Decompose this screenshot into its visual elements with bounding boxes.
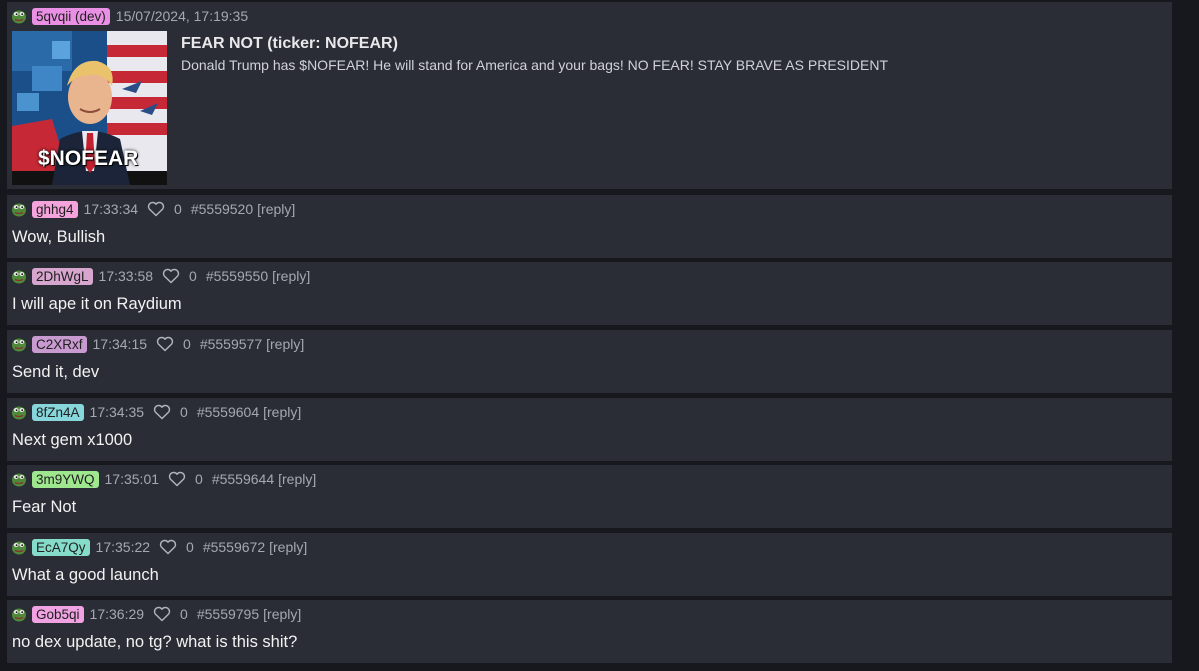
reply-time: 17:33:58 <box>98 268 154 284</box>
username-badge[interactable]: EcA7Qy <box>32 538 90 556</box>
reply-id: #5559520 <box>190 201 254 217</box>
post-meta: 5qvqii (dev) 15/07/2024, 17:19:35 <box>11 7 257 25</box>
reply-post: C2XRxf 17:34:15 0 #5559577 [reply] Send … <box>7 330 1172 393</box>
reply-meta: 3m9YWQ 17:35:01 0 #5559644 [reply] <box>11 470 316 488</box>
reply-text: I will ape it on Raydium <box>12 295 182 313</box>
reply-post: 3m9YWQ 17:35:01 0 #5559644 [reply] Fear … <box>7 465 1172 528</box>
like-count: 0 <box>183 336 191 352</box>
like-count: 0 <box>195 471 203 487</box>
comment-feed: 5qvqii (dev) 15/07/2024, 17:19:35 $NOFEA… <box>0 0 1199 671</box>
reply-id: #5559550 <box>205 268 269 284</box>
reply-link[interactable]: [reply] <box>263 606 301 622</box>
pepe-avatar-icon <box>12 473 26 487</box>
heart-icon[interactable] <box>162 268 180 284</box>
like-count: 0 <box>186 539 194 555</box>
pepe-avatar-icon <box>12 541 26 555</box>
reply-post: Gob5qi 17:36:29 0 #5559795 [reply] no de… <box>7 600 1172 663</box>
reply-text: Wow, Bullish <box>12 228 106 246</box>
pepe-avatar-icon <box>12 608 26 622</box>
reply-post: ghhg4 17:33:34 0 #5559520 [reply] Wow, B… <box>7 195 1172 258</box>
dev-username-badge[interactable]: 5qvqii (dev) <box>32 7 110 25</box>
reply-meta: C2XRxf 17:34:15 0 #5559577 [reply] <box>11 335 304 353</box>
reply-link[interactable]: [reply] <box>272 268 310 284</box>
reply-id: #5559672 <box>202 539 266 555</box>
pepe-avatar-icon <box>12 10 26 24</box>
like-count: 0 <box>189 268 197 284</box>
heart-icon[interactable] <box>147 201 165 217</box>
heart-icon[interactable] <box>153 606 171 622</box>
username-badge[interactable]: 8fZn4A <box>32 403 84 421</box>
token-title: FEAR NOT (ticker: NOFEAR) <box>181 35 398 52</box>
token-image[interactable]: $NOFEAR <box>12 31 167 185</box>
username-badge[interactable]: 2DhWgL <box>32 267 93 285</box>
reply-link[interactable]: [reply] <box>263 404 301 420</box>
token-description: Donald Trump has $NOFEAR! He will stand … <box>181 57 888 73</box>
reply-link[interactable]: [reply] <box>257 201 295 217</box>
reply-link[interactable]: [reply] <box>266 336 304 352</box>
like-count: 0 <box>174 201 182 217</box>
like-count: 0 <box>180 404 188 420</box>
reply-time: 17:33:34 <box>83 201 139 217</box>
reply-post: EcA7Qy 17:35:22 0 #5559672 [reply] What … <box>7 533 1172 596</box>
like-count: 0 <box>180 606 188 622</box>
pepe-avatar-icon <box>12 270 26 284</box>
reply-meta: EcA7Qy 17:35:22 0 #5559672 [reply] <box>11 538 307 556</box>
post-timestamp: 15/07/2024, 17:19:35 <box>115 8 249 24</box>
heart-icon[interactable] <box>156 336 174 352</box>
reply-meta: 8fZn4A 17:34:35 0 #5559604 [reply] <box>11 403 301 421</box>
reply-link[interactable]: [reply] <box>278 471 316 487</box>
reply-time: 17:35:01 <box>104 471 160 487</box>
token-image-caption: $NOFEAR <box>38 147 139 170</box>
heart-icon[interactable] <box>168 471 186 487</box>
pepe-avatar-icon <box>12 338 26 352</box>
original-post: 5qvqii (dev) 15/07/2024, 17:19:35 $NOFEA… <box>7 2 1172 189</box>
reply-text: Send it, dev <box>12 363 100 381</box>
reply-text: Next gem x1000 <box>12 431 133 449</box>
reply-time: 17:35:22 <box>95 539 151 555</box>
reply-meta: 2DhWgL 17:33:58 0 #5559550 [reply] <box>11 267 310 285</box>
reply-post: 8fZn4A 17:34:35 0 #5559604 [reply] Next … <box>7 398 1172 461</box>
reply-id: #5559644 <box>211 471 275 487</box>
reply-time: 17:34:35 <box>89 404 145 420</box>
reply-post: 2DhWgL 17:33:58 0 #5559550 [reply] I wil… <box>7 262 1172 325</box>
reply-link[interactable]: [reply] <box>269 539 307 555</box>
heart-icon[interactable] <box>159 539 177 555</box>
pepe-avatar-icon <box>12 203 26 217</box>
reply-id: #5559604 <box>196 404 260 420</box>
reply-text: What a good launch <box>12 566 159 584</box>
username-badge[interactable]: 3m9YWQ <box>32 470 99 488</box>
username-badge[interactable]: Gob5qi <box>32 605 84 623</box>
pepe-avatar-icon <box>12 406 26 420</box>
reply-text: no dex update, no tg? what is this shit? <box>12 633 298 651</box>
reply-time: 17:36:29 <box>89 606 145 622</box>
reply-id: #5559577 <box>199 336 263 352</box>
reply-id: #5559795 <box>196 606 260 622</box>
reply-time: 17:34:15 <box>92 336 148 352</box>
reply-text: Fear Not <box>12 498 77 516</box>
username-badge[interactable]: ghhg4 <box>32 200 78 218</box>
reply-meta: ghhg4 17:33:34 0 #5559520 [reply] <box>11 200 295 218</box>
heart-icon[interactable] <box>153 404 171 420</box>
username-badge[interactable]: C2XRxf <box>32 335 87 353</box>
reply-meta: Gob5qi 17:36:29 0 #5559795 [reply] <box>11 605 301 623</box>
